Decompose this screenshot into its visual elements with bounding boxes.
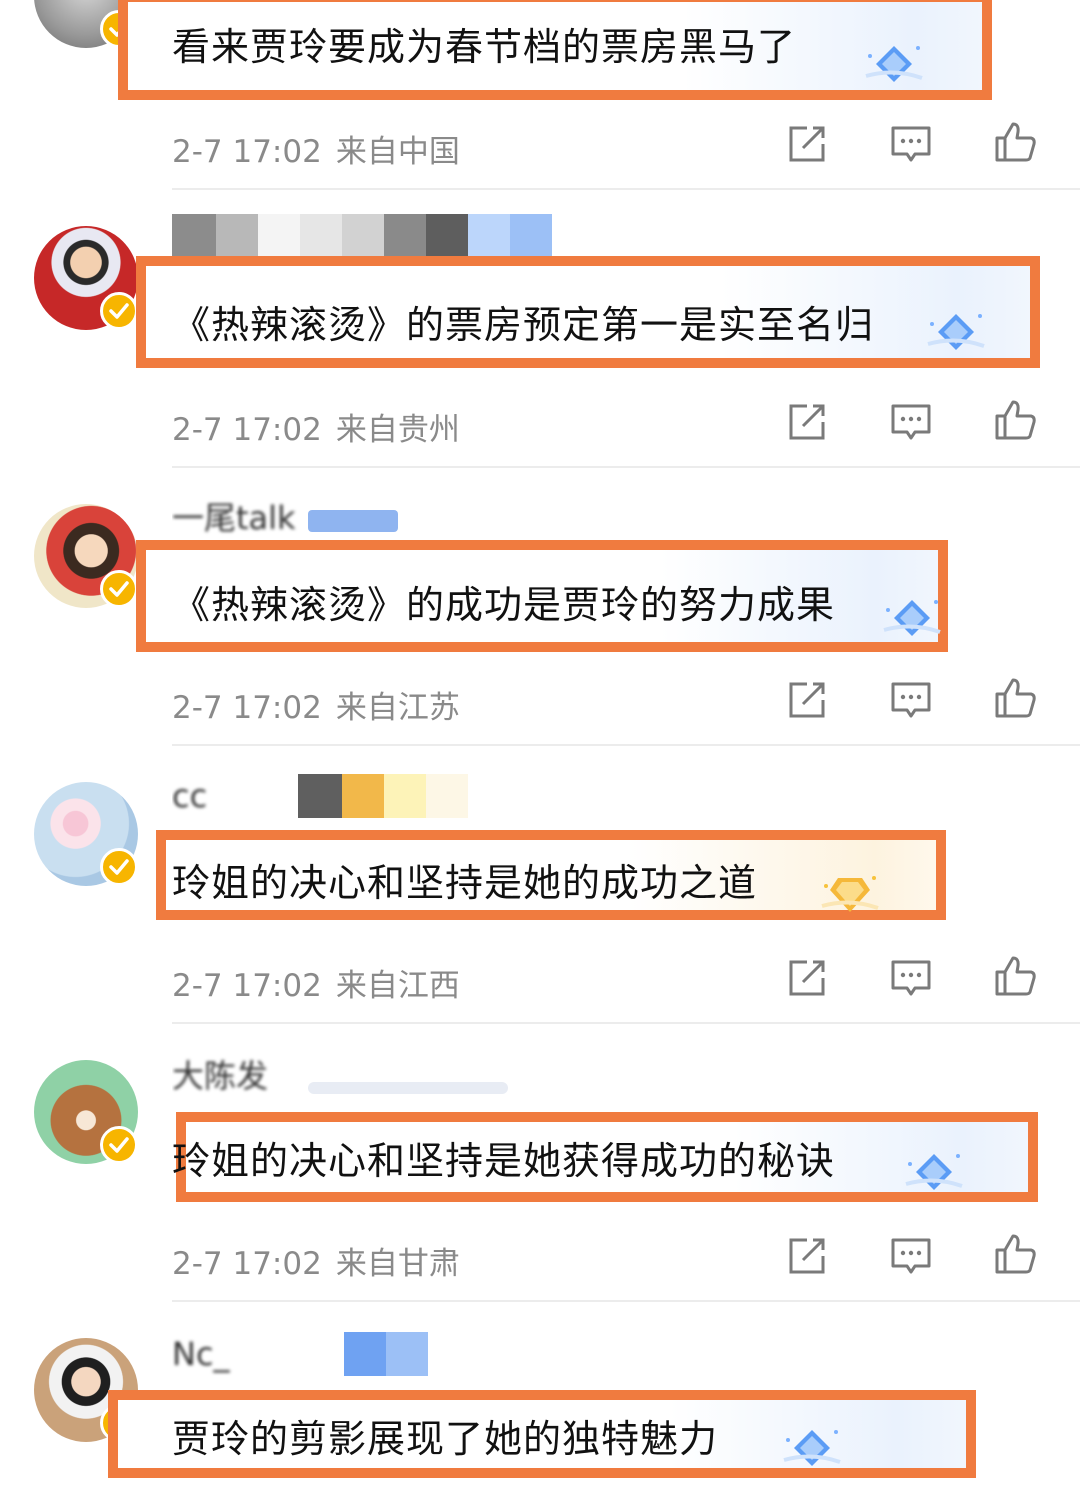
divider — [172, 188, 1080, 190]
comment-time: 2-7 17:02 — [172, 1246, 322, 1282]
verified-badge-icon — [100, 1126, 138, 1164]
username: Nc_ — [172, 1335, 230, 1373]
comment-meta: 2-7 17:02 来自甘肃 — [172, 1238, 460, 1283]
verified-badge-icon — [100, 570, 138, 608]
username: 大陈发 — [172, 1057, 269, 1095]
share-icon[interactable] — [785, 122, 829, 166]
member-gem-icon — [883, 600, 941, 636]
comment-text: 玲姐的决心和坚持是她获得成功的秘诀 — [172, 1139, 836, 1183]
comment-time: 2-7 17:02 — [172, 968, 322, 1004]
username: 一尾talk — [172, 499, 296, 537]
avatar[interactable] — [34, 782, 138, 886]
comment-icon[interactable] — [889, 678, 933, 722]
comment-time: 2-7 17:02 — [172, 690, 322, 726]
like-icon[interactable] — [993, 954, 1037, 998]
member-gem-icon — [783, 1430, 841, 1466]
like-icon[interactable] — [993, 1232, 1037, 1276]
avatar[interactable] — [34, 226, 138, 330]
divider — [172, 1300, 1080, 1302]
username-blurred[interactable] — [172, 214, 552, 258]
member-gem-icon — [821, 876, 879, 912]
comment-location: 来自江苏 — [335, 690, 460, 726]
username-blurred[interactable]: 大陈发 — [172, 1054, 509, 1098]
like-icon[interactable] — [993, 676, 1037, 720]
comment-icon[interactable] — [889, 122, 933, 166]
comment-location: 来自中国 — [335, 134, 460, 170]
comment-meta: 2-7 17:02 来自贵州 — [172, 404, 460, 449]
comment-icon[interactable] — [889, 1234, 933, 1278]
member-gem-icon — [927, 314, 985, 350]
username-blurred[interactable]: Nc_ — [172, 1332, 428, 1376]
username-blurred[interactable]: cc — [172, 774, 468, 818]
share-icon[interactable] — [785, 678, 829, 722]
comment-text: 《热辣滚烫》的票房预定第一是实至名归 — [172, 303, 875, 347]
username: cc — [172, 777, 208, 815]
member-gem-icon — [865, 46, 923, 82]
comment-icon[interactable] — [889, 400, 933, 444]
divider — [172, 466, 1080, 468]
avatar[interactable] — [34, 504, 138, 608]
comment-text: 《热辣滚烫》的成功是贾玲的努力成果 — [172, 583, 836, 627]
like-icon[interactable] — [993, 120, 1037, 164]
share-icon[interactable] — [785, 1234, 829, 1278]
divider — [172, 1022, 1080, 1024]
comment-meta: 2-7 17:02 来自江苏 — [172, 682, 460, 727]
comment-time: 2-7 17:02 — [172, 134, 322, 170]
comment-time: 2-7 17:02 — [172, 412, 322, 448]
avatar[interactable] — [34, 1060, 138, 1164]
divider — [172, 744, 1080, 746]
username-blurred[interactable]: 一尾talk — [172, 496, 398, 540]
comment-text: 玲姐的决心和坚持是她的成功之道 — [172, 861, 758, 905]
comment-text: 贾玲的剪影展现了她的独特魅力 — [172, 1417, 719, 1461]
member-gem-icon — [905, 1154, 963, 1190]
comment-location: 来自江西 — [335, 968, 460, 1004]
comment-meta: 2-7 17:02 来自中国 — [172, 126, 460, 171]
comment-location: 来自贵州 — [335, 412, 460, 448]
verified-badge-icon — [100, 848, 138, 886]
comment-location: 来自甘肃 — [335, 1246, 460, 1282]
comment-meta: 2-7 17:02 来自江西 — [172, 960, 460, 1005]
share-icon[interactable] — [785, 400, 829, 444]
verified-badge-icon — [100, 292, 138, 330]
comment-icon[interactable] — [889, 956, 933, 1000]
like-icon[interactable] — [993, 398, 1037, 442]
share-icon[interactable] — [785, 956, 829, 1000]
comment-text: 看来贾玲要成为春节档的票房黑马了 — [172, 25, 797, 69]
